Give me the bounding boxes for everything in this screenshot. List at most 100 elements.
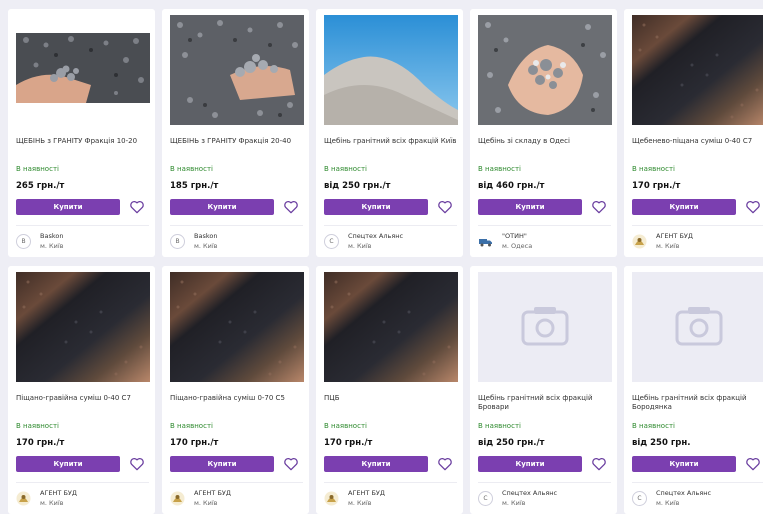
- buy-button[interactable]: Купити: [324, 456, 428, 472]
- seller-avatar: B: [170, 234, 185, 249]
- seller-logo-icon: [170, 491, 185, 506]
- buy-button[interactable]: Купити: [324, 199, 428, 215]
- product-image[interactable]: [632, 272, 763, 382]
- product-title[interactable]: Щебінь гранітний всіх фракцій Бровари: [478, 394, 614, 416]
- favorite-button[interactable]: [283, 457, 299, 471]
- seller-name[interactable]: АГЕНТ БУД: [656, 232, 693, 240]
- product-title[interactable]: ЩЕБІНЬ з ГРАНІТУ Фракція 10-20: [16, 137, 152, 159]
- product-card[interactable]: Щебінь зі складу в Одесі В наявності від…: [470, 9, 617, 257]
- product-image[interactable]: [632, 15, 763, 125]
- favorite-button[interactable]: [745, 200, 761, 214]
- buy-button[interactable]: Купити: [478, 199, 582, 215]
- product-photo: [632, 15, 763, 125]
- product-price: 170 грн./т: [16, 438, 65, 448]
- buy-button[interactable]: Купити: [16, 199, 120, 215]
- product-title[interactable]: Щебінь гранітний всіх фракцій Бородянка: [632, 394, 763, 416]
- seller-city: м. Київ: [348, 499, 372, 507]
- favorite-button[interactable]: [745, 457, 761, 471]
- favorite-button[interactable]: [283, 200, 299, 214]
- product-price: 185 грн./т: [170, 181, 219, 191]
- product-card[interactable]: Щебінь гранітний всіх фракцій Бородянка …: [624, 266, 763, 514]
- product-title[interactable]: Щебінь зі складу в Одесі: [478, 137, 614, 159]
- product-image[interactable]: [170, 15, 304, 125]
- favorite-button[interactable]: [591, 457, 607, 471]
- seller-city: м. Київ: [348, 242, 372, 250]
- seller-name[interactable]: "ОТИН": [502, 232, 527, 240]
- product-image[interactable]: [16, 15, 150, 125]
- buy-button[interactable]: Купити: [170, 456, 274, 472]
- seller-name[interactable]: Спецтех Альянс: [348, 232, 403, 240]
- seller-name[interactable]: Baskon: [194, 232, 217, 240]
- product-card[interactable]: Щебенево-піщана суміш 0-40 С7 В наявност…: [624, 9, 763, 257]
- availability-status: В наявності: [324, 422, 367, 430]
- product-title[interactable]: Щебінь гранітний всіх фракцій Київ: [324, 137, 460, 159]
- product-title[interactable]: ЩЕБІНЬ з ГРАНІТУ Фракція 20-40: [170, 137, 306, 159]
- seller-city: м. Одеса: [502, 242, 533, 250]
- product-card[interactable]: Піщано-гравійна суміш 0-40 С7 В наявност…: [8, 266, 155, 514]
- buy-button[interactable]: Купити: [632, 199, 736, 215]
- seller-name[interactable]: АГЕНТ БУД: [348, 489, 385, 497]
- product-price: від 250 грн./т: [324, 181, 391, 191]
- seller-city: м. Київ: [40, 242, 64, 250]
- product-photo: [170, 15, 304, 125]
- product-price: 170 грн./т: [632, 181, 681, 191]
- product-card[interactable]: Піщано-гравійна суміш 0-70 С5 В наявност…: [162, 266, 309, 514]
- seller-name[interactable]: Спецтех Альянс: [656, 489, 711, 497]
- favorite-button[interactable]: [129, 200, 145, 214]
- seller-name[interactable]: Baskon: [40, 232, 63, 240]
- seller-avatar: С: [478, 491, 493, 506]
- favorite-button[interactable]: [437, 457, 453, 471]
- product-image[interactable]: [324, 272, 458, 382]
- buy-button[interactable]: Купити: [16, 456, 120, 472]
- divider: [324, 225, 457, 226]
- product-card[interactable]: ЩЕБІНЬ з ГРАНІТУ Фракція 20-40 В наявнос…: [162, 9, 309, 257]
- product-price: від 250 грн.: [632, 438, 691, 448]
- availability-status: В наявності: [478, 422, 521, 430]
- heart-icon: [592, 457, 606, 471]
- availability-status: В наявності: [16, 165, 59, 173]
- product-image[interactable]: [170, 272, 304, 382]
- favorite-button[interactable]: [129, 457, 145, 471]
- product-card[interactable]: ЩЕБІНЬ з ГРАНІТУ Фракція 10-20 В наявнос…: [8, 9, 155, 257]
- product-image[interactable]: [16, 272, 150, 382]
- seller-logo-icon: [16, 491, 31, 506]
- seller-name[interactable]: Спецтех Альянс: [502, 489, 557, 497]
- heart-icon: [284, 200, 298, 214]
- product-title[interactable]: Щебенево-піщана суміш 0-40 С7: [632, 137, 763, 159]
- seller-city: м. Київ: [194, 499, 218, 507]
- product-image[interactable]: [478, 15, 612, 125]
- seller-city: м. Київ: [40, 499, 64, 507]
- heart-icon: [746, 200, 760, 214]
- seller-avatar: B: [16, 234, 31, 249]
- seller-city: м. Київ: [656, 242, 680, 250]
- divider: [478, 482, 611, 483]
- divider: [170, 482, 303, 483]
- product-title[interactable]: ПЦБ: [324, 394, 460, 416]
- buy-button[interactable]: Купити: [170, 199, 274, 215]
- seller-name[interactable]: АГЕНТ БУД: [40, 489, 77, 497]
- product-title[interactable]: Піщано-гравійна суміш 0-70 С5: [170, 394, 306, 416]
- heart-icon: [130, 457, 144, 471]
- buy-button[interactable]: Купити: [632, 456, 736, 472]
- product-photo: [324, 272, 458, 382]
- divider: [170, 225, 303, 226]
- product-image[interactable]: [478, 272, 612, 382]
- availability-status: В наявності: [170, 422, 213, 430]
- product-image[interactable]: [324, 15, 458, 125]
- product-grid: ЩЕБІНЬ з ГРАНІТУ Фракція 10-20 В наявнос…: [8, 9, 763, 514]
- seller-city: м. Київ: [502, 499, 526, 507]
- product-photo: [324, 15, 458, 125]
- favorite-button[interactable]: [437, 200, 453, 214]
- product-card[interactable]: ПЦБ В наявності 170 грн./т Купити АГЕНТ …: [316, 266, 463, 514]
- product-price: 170 грн./т: [170, 438, 219, 448]
- seller-logo-icon: [324, 491, 339, 506]
- seller-name[interactable]: АГЕНТ БУД: [194, 489, 231, 497]
- product-title[interactable]: Піщано-гравійна суміш 0-40 С7: [16, 394, 152, 416]
- product-card[interactable]: Щебінь гранітний всіх фракцій Бровари В …: [470, 266, 617, 514]
- product-photo: [16, 15, 150, 125]
- heart-icon: [438, 457, 452, 471]
- heart-icon: [284, 457, 298, 471]
- favorite-button[interactable]: [591, 200, 607, 214]
- buy-button[interactable]: Купити: [478, 456, 582, 472]
- product-card[interactable]: Щебінь гранітний всіх фракцій Київ В ная…: [316, 9, 463, 257]
